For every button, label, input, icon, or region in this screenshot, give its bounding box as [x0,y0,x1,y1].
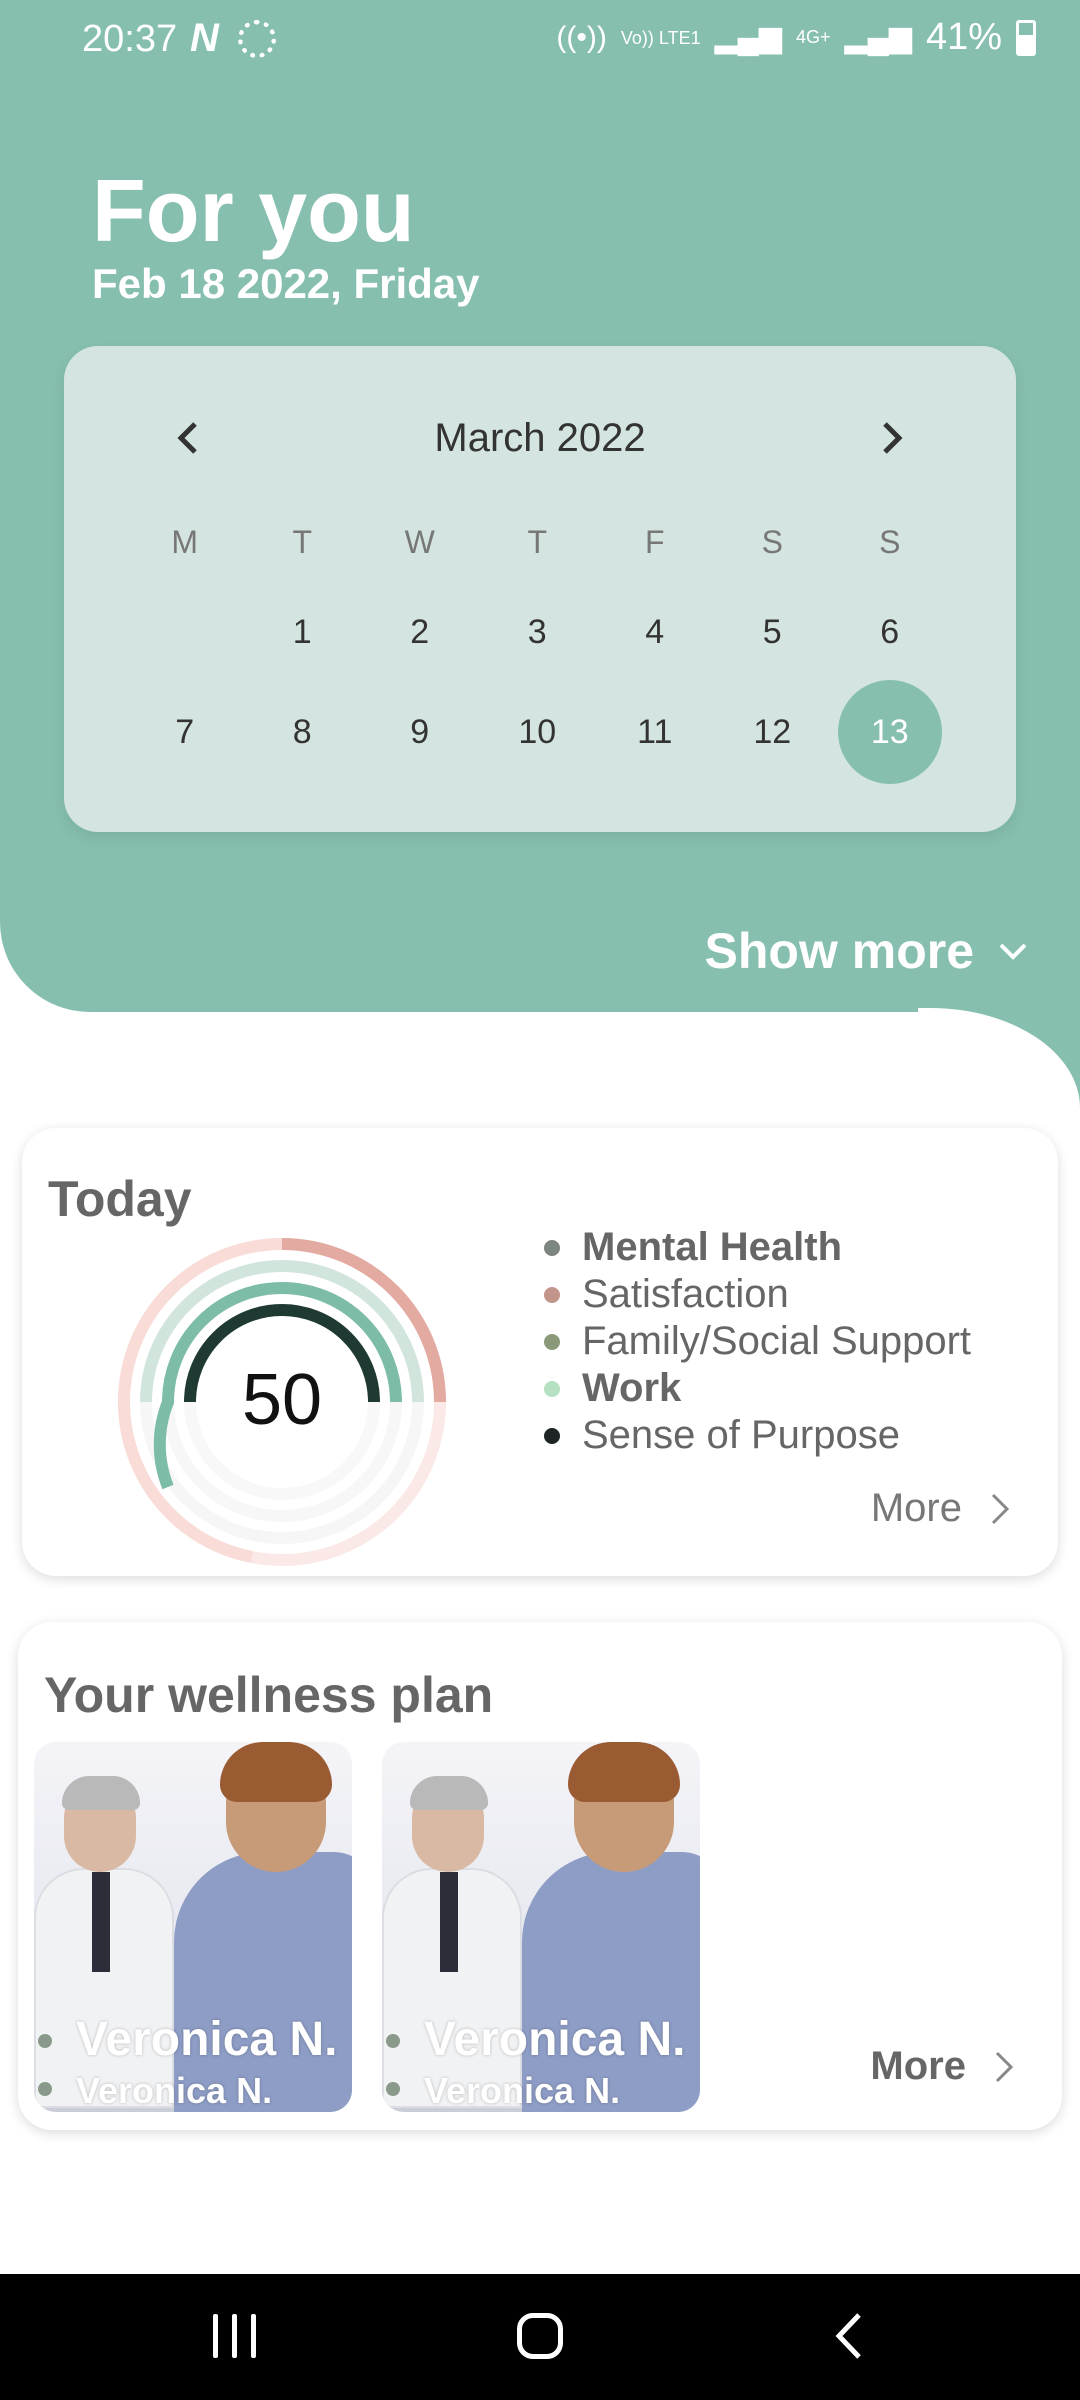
wellbeing-gauge: 50 [117,1238,446,1566]
today-title: Today [48,1171,192,1227]
legend-dot [544,1380,560,1397]
status-indicators: ((•)) Vo)) LTE1 ▂▄▆ 4G+ ▂▄▆ 41% [556,16,1036,59]
volte-icon: Vo)) LTE1 [620,27,701,48]
legend-dot [544,1427,560,1444]
status-bar: 20:37 N ((•)) Vo)) LTE1 ▂▄▆ 4G+ ▂▄▆ 41% [0,0,1080,80]
legend-dot [544,1333,560,1350]
network-type-icon: 4G+ [796,27,831,47]
legend-label: Mental Health [582,1225,843,1269]
tile-title: Veronica N. [76,2013,338,2066]
signal-icon-2: ▂▄▆ [844,21,912,54]
legend-label: Sense of Purpose [582,1413,900,1457]
wellness-more-button[interactable]: More [870,2044,1014,2089]
show-more-label: Show more [704,923,974,979]
legend-item: Sense of Purpose [540,1412,971,1459]
weekday-label: T [527,523,548,560]
weekday-label: M [171,523,199,560]
day-cell[interactable]: 10 [479,682,597,782]
weekday-row: M T W T F S S [64,512,1016,572]
calendar-grid: M T W T F S S 1 2 3 4 5 6 7 8 9 10 11 12… [64,512,1016,784]
battery-icon [1016,19,1036,56]
gauge-score: 50 [242,1360,322,1440]
wellness-plan-card: Your wellness plan Veronica N. Veronica … [18,1622,1062,2130]
legend-label: Work [582,1366,682,1410]
day-cell[interactable]: 3 [479,582,597,682]
plan-tile[interactable]: Veronica N. Veronica N. [34,1742,352,2112]
battery-percent: 41% [925,16,1002,58]
tile-dot [38,2082,52,2096]
chevron-right-icon[interactable] [862,408,922,468]
weekday-label: S [761,523,783,560]
day-cell[interactable]: 4 [596,582,714,682]
page-date: Feb 18 2022, Friday [92,260,480,307]
week-row: 7 8 9 10 11 12 13 [64,680,1016,784]
chevron-right-icon [995,2051,1014,2082]
day-cell[interactable]: 11 [596,682,714,782]
signal-icon: ▂▄▆ [714,21,782,54]
tile-dot [386,2034,400,2048]
day-cell[interactable]: 12 [714,682,832,782]
today-card: Today 50 Mental Health Satisfaction Fami… [22,1128,1058,1576]
more-label: More [870,2044,966,2088]
legend-label: Satisfaction [582,1272,789,1316]
day-cell[interactable]: 8 [244,682,362,782]
weekday-label: W [404,523,435,560]
week-row: 1 2 3 4 5 6 [64,582,1016,682]
day-cell[interactable]: 7 [126,682,244,782]
plan-tile[interactable]: Veronica N. Veronica N. [382,1742,700,2112]
tile-title: Veronica N. [424,2013,686,2066]
notification-n-icon: N [190,16,219,60]
day-cell[interactable]: 9 [361,682,479,782]
wellness-title: Your wellness plan [44,1667,494,1723]
day-cell-selected[interactable]: 13 [831,680,949,784]
selected-day-label: 13 [837,680,942,784]
legend-dot [544,1286,560,1303]
weekday-label: F [644,523,665,560]
legend-label: Family/Social Support [582,1319,972,1363]
tile-dot [38,2034,52,2048]
tile-subtitle: Veronica N. [424,2070,621,2111]
day-cell[interactable]: 6 [831,582,949,682]
weekday-label: T [292,523,313,560]
chevron-right-icon [991,1493,1010,1524]
tile-subtitle: Veronica N. [76,2070,273,2111]
more-label: More [870,1486,962,1530]
day-cell[interactable]: 1 [244,582,362,682]
legend-item: Satisfaction [540,1271,971,1318]
day-cell[interactable]: 5 [714,582,832,682]
legend-item: Mental Health [540,1224,971,1271]
calendar: March 2022 M T W T F S S 1 2 3 4 5 6 7 8… [64,346,1016,832]
home-icon[interactable] [508,2306,572,2366]
day-cell[interactable]: 2 [361,582,479,682]
back-icon[interactable] [818,2306,878,2366]
sync-icon [238,20,276,58]
header-wave [918,1008,1080,1110]
page-title: For you [92,161,415,260]
weekday-label: S [879,523,901,560]
day-cell-empty [126,582,244,682]
recent-apps-icon[interactable] [204,2306,264,2366]
legend-item: Family/Social Support [540,1318,971,1365]
hotspot-icon: ((•)) [556,20,607,54]
legend-dot [544,1239,560,1256]
tile-dot [386,2082,400,2096]
today-more-button[interactable]: More [871,1486,1010,1531]
show-more-button[interactable]: Show more [705,922,1028,980]
legend: Mental Health Satisfaction Family/Social… [540,1224,971,1459]
chevron-down-icon [999,943,1027,960]
status-time: 20:37 [82,18,178,60]
system-nav-bar [0,2274,1080,2400]
legend-item: Work [540,1365,971,1412]
